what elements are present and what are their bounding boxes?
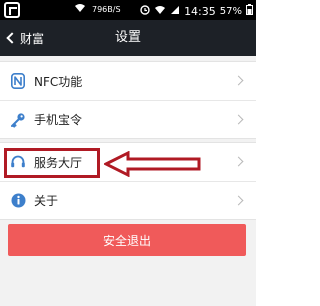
battery-percent: 57% (219, 5, 242, 17)
settings-group-1: NFC功能 手机宝令 (0, 61, 256, 139)
headset-icon (10, 154, 26, 170)
nfc-icon (10, 73, 26, 89)
key-icon (10, 112, 26, 128)
chevron-right-icon (233, 195, 244, 206)
cell-signal-icon (170, 5, 180, 18)
chevron-right-icon (233, 156, 244, 167)
logout-button[interactable]: 安全退出 (8, 224, 246, 256)
settings-item-label: 服务大厅 (34, 155, 83, 170)
alarm-icon (140, 4, 150, 18)
app-header: 财富 设置 (0, 20, 256, 56)
info-icon (10, 193, 26, 209)
chevron-right-icon (233, 114, 244, 125)
settings-item-nfc[interactable]: NFC功能 (0, 62, 256, 100)
wifi-signal-icon (154, 5, 166, 18)
settings-item-label: 关于 (34, 194, 59, 208)
status-right: 14:35 57% (140, 4, 253, 18)
app-switch-icon (4, 2, 20, 18)
logout-label: 安全退出 (102, 233, 151, 248)
settings-item-service-hall[interactable]: 服务大厅 (0, 143, 256, 181)
status-time: 14:35 (184, 4, 216, 18)
status-bar: 796B/S 14:35 57% (0, 0, 256, 20)
settings-item-phone-token[interactable]: 手机宝令 (0, 100, 256, 138)
chevron-right-icon (233, 75, 244, 86)
network-speed: 796B/S (92, 5, 121, 14)
wifi-icon (74, 3, 86, 16)
settings-item-label: 手机宝令 (34, 113, 83, 127)
settings-item-label: NFC功能 (34, 74, 83, 89)
battery-icon (246, 4, 253, 18)
settings-item-about[interactable]: 关于 (0, 181, 256, 219)
page-title: 设置 (114, 30, 141, 45)
settings-group-2: 服务大厅 关于 (0, 142, 256, 220)
